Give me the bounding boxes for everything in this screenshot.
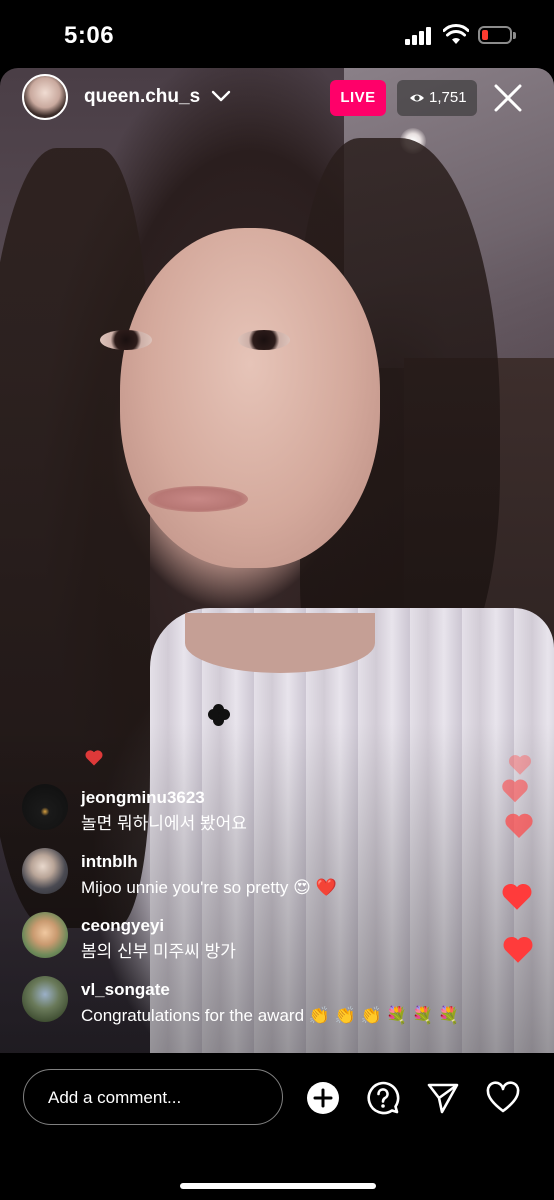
comment-username[interactable]: intnblh [81, 852, 138, 872]
viewer-count: 1,751 [429, 89, 467, 106]
status-bar: 5:06 [0, 0, 554, 70]
host-username[interactable]: queen.chu_s [84, 86, 200, 108]
eye-icon [410, 94, 424, 102]
commenter-avatar[interactable] [22, 912, 68, 958]
question-bubble-icon[interactable] [366, 1081, 400, 1115]
host-avatar[interactable] [22, 74, 68, 120]
commenter-avatar[interactable] [22, 784, 68, 830]
comment-box[interactable] [23, 1069, 283, 1126]
live-badge: LIVE [330, 80, 386, 116]
heart-icon [508, 755, 532, 775]
heart-icon [505, 813, 533, 838]
commenter-avatar[interactable] [22, 848, 68, 894]
comment-text: 봄의 신부 미주씨 방가 [81, 942, 236, 961]
chevron-down-icon[interactable] [211, 89, 231, 103]
bottom-bar [0, 1053, 554, 1200]
live-video[interactable] [0, 68, 554, 1053]
status-time: 5:06 [64, 22, 115, 49]
wifi-icon [443, 24, 469, 44]
comment-text: Congratulations for the award 👏 👏 👏 💐 💐 … [81, 1006, 460, 1025]
comment-text: Mijoo unnie you're so pretty 😍 ❤️ [81, 878, 337, 897]
plus-circle-icon[interactable] [306, 1081, 340, 1115]
battery-icon [478, 26, 516, 44]
send-icon[interactable] [426, 1081, 460, 1115]
heart-icon [85, 750, 103, 766]
cellular-signal-icon [405, 27, 433, 45]
home-indicator[interactable] [180, 1183, 376, 1189]
comment-username[interactable]: jeongminu3623 [81, 788, 205, 808]
comment-username[interactable]: ceongyeyi [81, 916, 164, 936]
close-icon[interactable] [492, 82, 524, 114]
heart-icon[interactable] [486, 1081, 520, 1115]
heart-icon [503, 936, 533, 963]
commenter-avatar[interactable] [22, 976, 68, 1022]
heart-icon [502, 883, 532, 910]
comment-text: 놀면 뭐하니에서 봤어요 [81, 814, 247, 833]
comment-username[interactable]: vl_songate [81, 980, 170, 1000]
viewer-count-badge[interactable]: 1,751 [397, 80, 477, 116]
live-header: queen.chu_s LIVE 1,751 [0, 72, 554, 124]
comment-input[interactable] [46, 1070, 270, 1126]
heart-icon [502, 779, 528, 803]
